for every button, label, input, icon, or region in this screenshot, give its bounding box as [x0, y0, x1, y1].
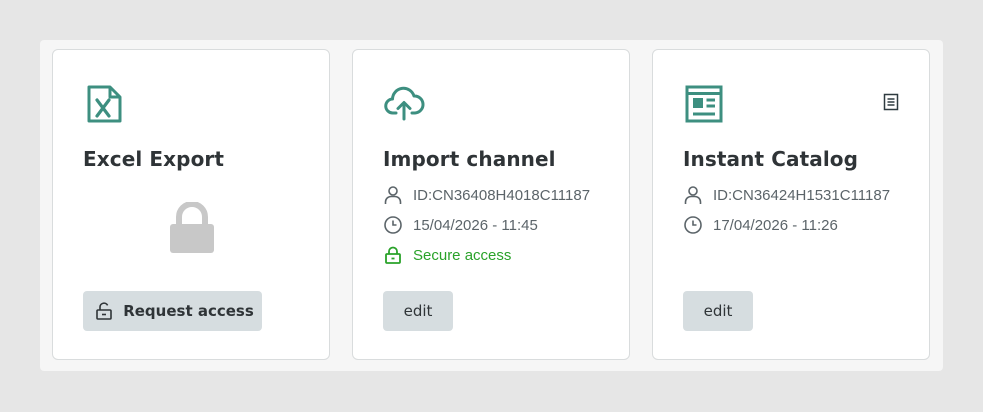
user-icon	[383, 185, 403, 205]
catalog-id-row: ID:CN36424H1531C11187	[683, 184, 890, 206]
edit-button[interactable]: edit	[383, 291, 453, 331]
card-title: Excel Export	[83, 147, 225, 171]
document-icon[interactable]	[883, 93, 899, 111]
clock-icon	[383, 215, 403, 235]
request-access-button[interactable]: Request access	[83, 291, 262, 331]
clock-icon	[683, 215, 703, 235]
card-instant-catalog: Instant Catalog ID:CN36424H1531C11187 17…	[652, 49, 930, 360]
cloud-upload-icon	[383, 83, 425, 125]
cards-panel: Excel Export Request access Import chann…	[40, 40, 943, 371]
edit-button[interactable]: edit	[683, 291, 753, 331]
timestamp: 15/04/2026 - 11:45	[413, 216, 538, 234]
catalog-id: ID:CN36424H1531C11187	[713, 186, 891, 204]
timestamp-row: 15/04/2026 - 11:45	[383, 214, 538, 236]
excel-file-icon	[83, 83, 125, 125]
lock-icon	[383, 245, 403, 265]
user-icon	[683, 185, 703, 205]
request-access-label: Request access	[123, 302, 254, 320]
timestamp: 17/04/2026 - 11:26	[713, 216, 838, 234]
channel-id: ID:CN36408H4018C11187	[413, 186, 591, 204]
catalog-icon	[683, 83, 725, 125]
secure-access-row: Secure access	[383, 244, 511, 266]
unlock-icon	[95, 302, 113, 320]
card-title: Instant Catalog	[683, 147, 859, 171]
card-import-channel: Import channel ID:CN36408H4018C11187 15/…	[352, 49, 630, 360]
secure-access-label: Secure access	[413, 246, 512, 264]
channel-id-row: ID:CN36408H4018C11187	[383, 184, 590, 206]
timestamp-row: 17/04/2026 - 11:26	[683, 214, 838, 236]
card-excel-export: Excel Export Request access	[52, 49, 330, 360]
card-title: Import channel	[383, 147, 556, 171]
lock-icon	[169, 201, 215, 254]
